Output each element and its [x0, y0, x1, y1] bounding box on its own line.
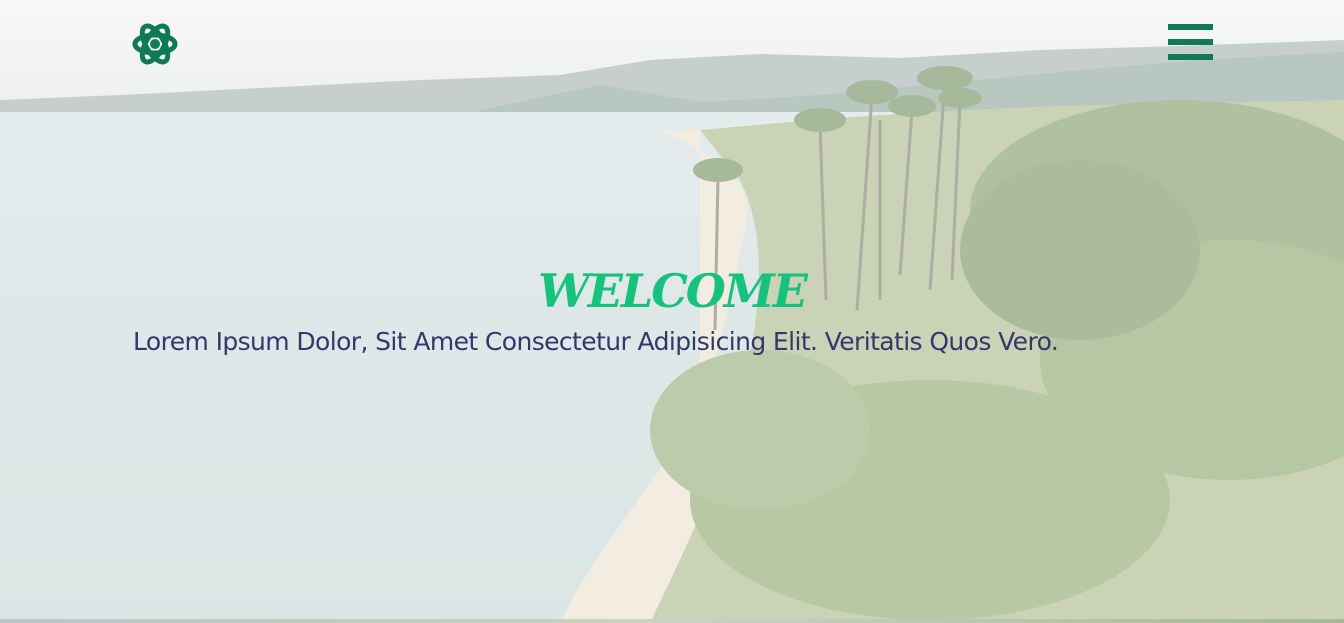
menu-bar-middle	[1168, 39, 1213, 45]
menu-bar-top	[1168, 24, 1213, 30]
hero-subtitle: Lorem Ipsum Dolor, Sit Amet Consectetur …	[133, 327, 1059, 356]
hamburger-menu-icon[interactable]	[1168, 24, 1213, 64]
menu-bar-bottom	[1168, 54, 1213, 60]
hero-title: WELCOME	[538, 264, 808, 318]
atom-icon[interactable]	[131, 18, 179, 70]
bottom-edge	[0, 619, 1344, 623]
hero-section: WELCOME Lorem Ipsum Dolor, Sit Amet Cons…	[0, 0, 1344, 623]
